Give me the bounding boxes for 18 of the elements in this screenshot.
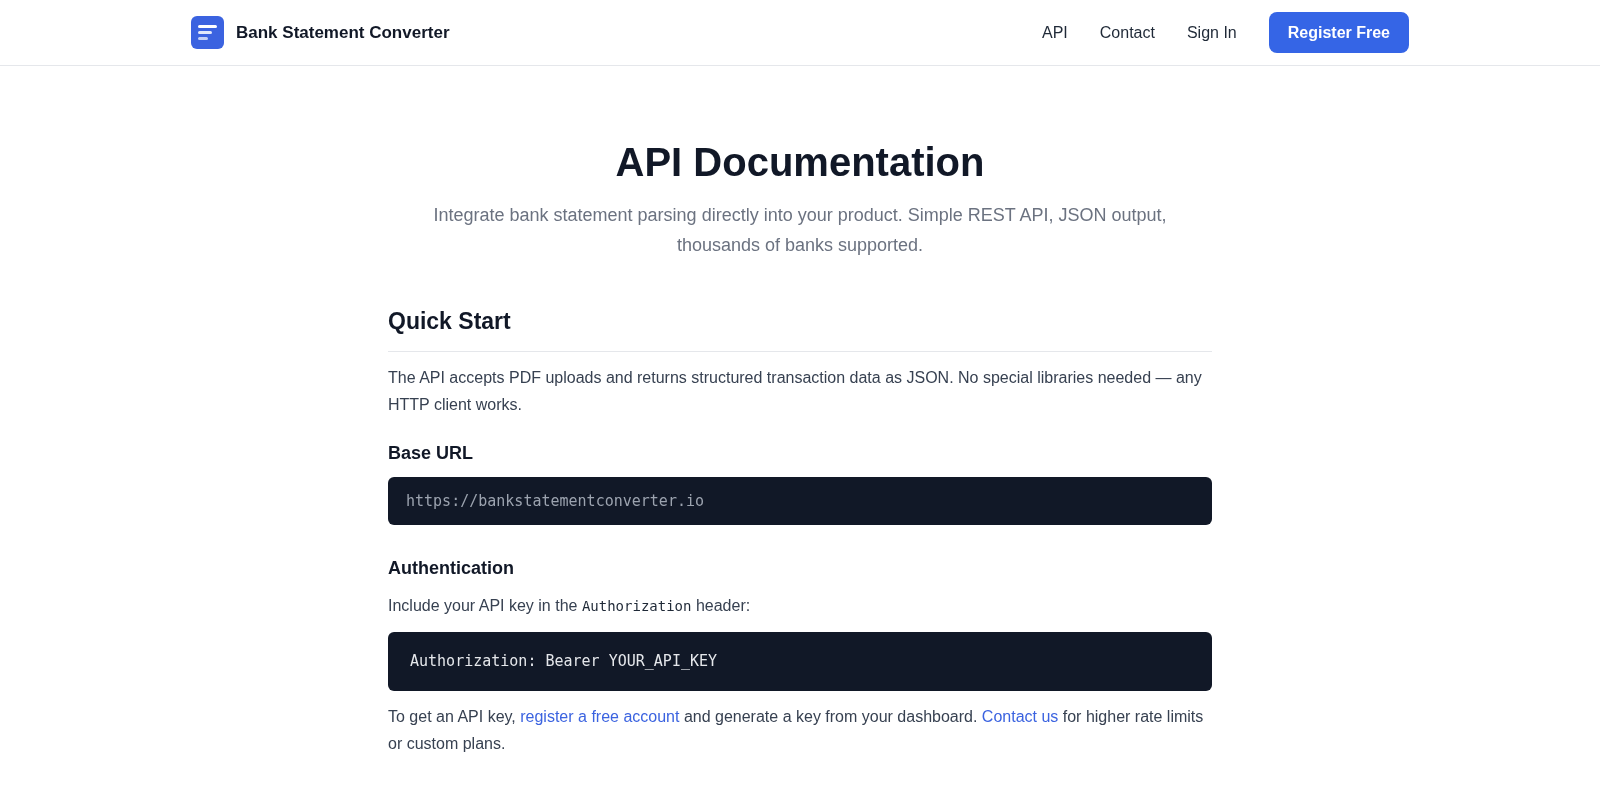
text-link[interactable]: register a free account [520, 707, 680, 725]
nav-link[interactable]: API [1042, 20, 1068, 45]
nav-link[interactable]: Sign In [1186, 20, 1237, 45]
document-lines-icon [191, 16, 224, 49]
section-heading: Quick Start [388, 304, 1212, 352]
intro-paragraph: The API accepts PDF uploads and returns structured transaction data as JSON. No special libraries needed — any HTTP client works. [388, 367, 1203, 415]
page-subtitle: Integrate bank statement parsing directly into your product. Simple REST API, JSON output, thousands of banks supported. [432, 204, 1168, 257]
api-key-note: To get an API key, register a free account and generate a key from your dashboard. Contact us for higher rate limits or custom plans. [388, 706, 1205, 754]
nav-link[interactable]: Contact [1099, 20, 1155, 45]
instruction-text: Include your API key in the Authorization header: [388, 596, 752, 616]
code-block: Authorization: Bearer YOUR_API_KEY [388, 632, 1212, 691]
text-link[interactable]: Contact us [981, 707, 1059, 725]
page-title: API Documentation [614, 139, 986, 186]
register-button[interactable]: Register Free [1268, 12, 1409, 53]
subsection-heading: Authentication [388, 557, 515, 580]
code-block: https://bankstatementconverter.io [388, 476, 1212, 525]
brand-name: Bank Statement Converter [236, 21, 450, 44]
subsection-heading: Base URL [388, 441, 475, 465]
